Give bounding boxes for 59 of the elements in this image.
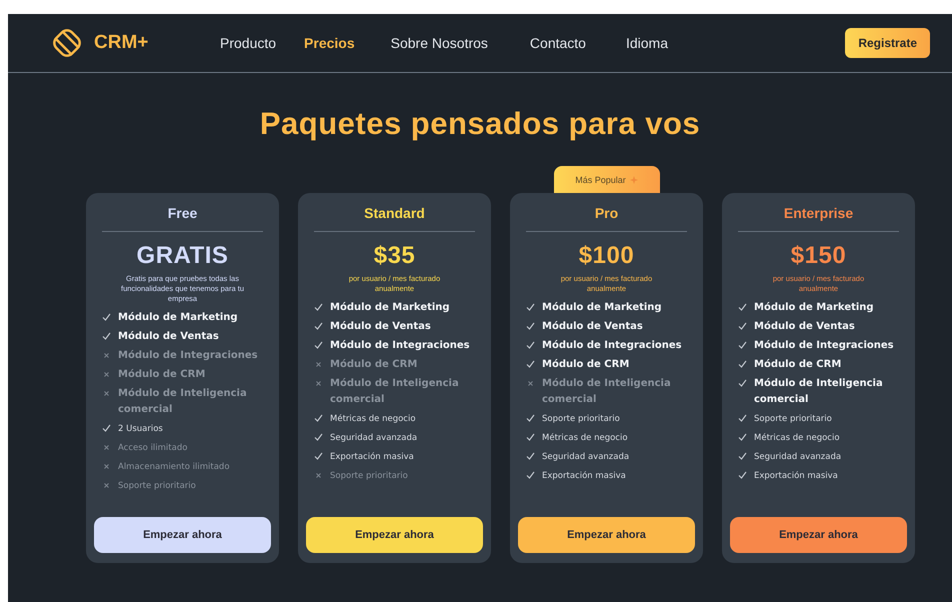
logo-icon [50, 26, 84, 60]
nav-link[interactable]: Precios [304, 35, 355, 51]
plan-price: $35 [372, 242, 416, 270]
feature-text: Módulo de Inteligencia comercial [118, 387, 248, 417]
feature-text: Módulo de CRM [330, 358, 418, 372]
feature-text: Módulo de CRM [118, 368, 206, 382]
feature-text: Módulo de Marketing [754, 301, 874, 315]
feature-text: Módulo de Ventas [118, 330, 219, 344]
feature-text: Métricas de negocio [754, 432, 840, 445]
feature-text: Módulo de Integraciones [118, 349, 258, 363]
feature-text: Módulo de Integraciones [330, 339, 470, 353]
start-button[interactable]: Empezar ahora [730, 517, 907, 553]
feature-text: Exportación masiva [754, 470, 838, 483]
plan-name: Free [102, 205, 263, 232]
plan-name: Standard [314, 205, 475, 232]
feature-text: Exportación masiva [542, 470, 626, 483]
feature-text: Almacenamiento ilimitado [118, 461, 230, 474]
plan-price: $150 [790, 242, 848, 270]
feature-text: Módulo de Inteligencia comercial [754, 377, 884, 407]
feature-text: Métricas de negocio [542, 432, 628, 445]
plan-price: $100 [578, 242, 636, 270]
nav-link[interactable]: Sobre Nosotros [390, 35, 488, 51]
feature-text: 2 Usuarios [118, 423, 163, 436]
feature-text: Módulo de Ventas [542, 320, 643, 334]
brand-name: CRM+ [94, 32, 148, 54]
plan-price: GRATIS [136, 242, 230, 270]
feature-text: Módulo de CRM [754, 358, 842, 372]
start-button[interactable]: Empezar ahora [306, 517, 483, 553]
feature-text: Módulo de Inteligencia comercial [542, 377, 672, 407]
feature-text: Exportación masiva [330, 451, 414, 464]
feature-text: Módulo de Marketing [330, 301, 450, 315]
feature-text: Métricas de negocio [330, 413, 416, 426]
feature-text: Módulo de Integraciones [542, 339, 682, 353]
feature-text: Módulo de Integraciones [754, 339, 894, 353]
feature-text: Módulo de Ventas [330, 320, 431, 334]
feature-text: Acceso ilimitado [118, 442, 188, 455]
plan-name: Pro [526, 205, 687, 232]
feature-text: Soporte prioritario [542, 413, 620, 426]
popular-badge: Más Popular [554, 166, 660, 193]
start-button[interactable]: Empezar ahora [518, 517, 695, 553]
feature-text: Seguridad avanzada [330, 432, 418, 445]
feature-text: Módulo de Inteligencia comercial [330, 377, 460, 407]
feature-text: Seguridad avanzada [754, 451, 842, 464]
nav-link[interactable]: Producto [220, 35, 276, 51]
start-button[interactable]: Empezar ahora [94, 517, 271, 553]
feature-text: Seguridad avanzada [542, 451, 630, 464]
feature-text: Módulo de CRM [542, 358, 630, 372]
feature-text: Soporte prioritario [330, 470, 408, 483]
feature-text: Módulo de Ventas [754, 320, 855, 334]
nav-link[interactable]: Idioma [626, 35, 668, 51]
nav-link[interactable]: Contacto [530, 35, 586, 51]
feature-text: Soporte prioritario [118, 480, 196, 493]
sparkle-icon [630, 176, 638, 184]
feature-text: Soporte prioritario [754, 413, 832, 426]
feature-text: Módulo de Marketing [118, 311, 238, 325]
plan-name: Enterprise [738, 205, 899, 232]
feature-text: Módulo de Marketing [542, 301, 662, 315]
register-button[interactable]: Registrate [845, 28, 930, 58]
page-heading: Paquetes pensados para vos [258, 106, 702, 142]
